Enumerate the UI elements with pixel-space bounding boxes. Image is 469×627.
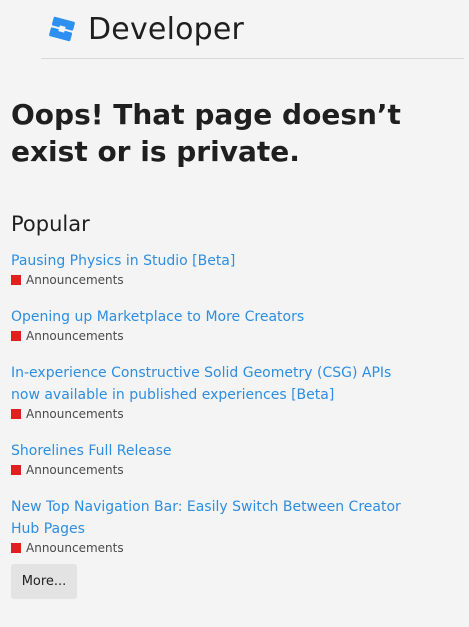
category-color-icon — [11, 465, 21, 475]
topic-link[interactable]: New Top Navigation Bar: Easily Switch Be… — [11, 496, 401, 540]
list-item: Opening up Marketplace to More Creators … — [11, 306, 401, 344]
list-item: Pausing Physics in Studio [Beta] Announc… — [11, 250, 401, 288]
topic-link[interactable]: Shorelines Full Release — [11, 440, 401, 462]
list-item: Shorelines Full Release Announcements — [11, 440, 401, 478]
topic-link[interactable]: Pausing Physics in Studio [Beta] — [11, 250, 401, 272]
category-badge[interactable]: Announcements — [11, 328, 401, 344]
list-item: In-experience Constructive Solid Geometr… — [11, 362, 401, 422]
roblox-studio-logo-icon[interactable] — [48, 15, 76, 43]
page-title: Oops! That page doesn’t exist or is priv… — [11, 98, 401, 168]
popular-list: Pausing Physics in Studio [Beta] Announc… — [11, 250, 401, 574]
category-badge[interactable]: Announcements — [11, 272, 401, 288]
topic-link[interactable]: Opening up Marketplace to More Creators — [11, 306, 401, 328]
brand-name[interactable]: Developer — [88, 12, 244, 48]
popular-heading: Popular — [11, 212, 90, 236]
category-badge[interactable]: Announcements — [11, 462, 401, 478]
category-color-icon — [11, 409, 21, 419]
category-badge[interactable]: Announcements — [11, 540, 401, 556]
category-label: Announcements — [26, 407, 124, 421]
category-color-icon — [11, 543, 21, 553]
list-item: New Top Navigation Bar: Easily Switch Be… — [11, 496, 401, 556]
more-button[interactable]: More... — [11, 564, 77, 599]
category-label: Announcements — [26, 463, 124, 477]
category-label: Announcements — [26, 273, 124, 287]
category-label: Announcements — [26, 329, 124, 343]
category-badge[interactable]: Announcements — [11, 406, 401, 422]
category-label: Announcements — [26, 541, 124, 555]
topic-link[interactable]: In-experience Constructive Solid Geometr… — [11, 362, 401, 406]
category-color-icon — [11, 331, 21, 341]
site-header: Developer — [41, 0, 464, 59]
category-color-icon — [11, 275, 21, 285]
